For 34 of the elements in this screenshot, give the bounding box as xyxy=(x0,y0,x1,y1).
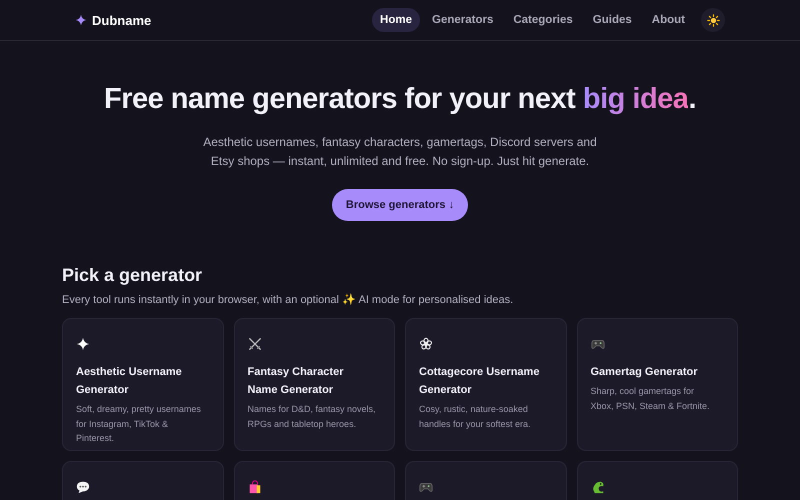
nav-link[interactable]: Guides xyxy=(584,8,640,32)
nav-link[interactable]: About xyxy=(644,8,693,32)
card-description: Names for D&D, fantasy novels, RPGs and tabletop heroes. xyxy=(248,403,376,431)
card-title: Gamertag Generator xyxy=(590,365,698,380)
section-subtitle: Every tool runs instantly in your browser, with an optional ✨ AI mode for personalised ideas. xyxy=(62,293,514,306)
hero-subtitle: Aesthetic usernames, fantasy characters, gamertags, Discord servers and Etsy shops — instant, unlimited and free. No sign-up. Just hit generate. xyxy=(202,134,598,170)
sparkle-logo-icon xyxy=(75,14,87,26)
generator-card[interactable]: Cottagecore Username Generator Cosy, rustic, nature-soaked handles for your softest era. xyxy=(405,318,566,451)
browse-button[interactable]: Browse generators ↓ xyxy=(332,189,468,221)
section-title: Pick a generator xyxy=(62,265,204,286)
card-title: Cottagecore Username Generator xyxy=(419,365,540,398)
gamepad-icon xyxy=(419,480,433,494)
card-description: Cosy, rustic, nature-soaked handles for your softest era. xyxy=(419,403,532,431)
sparkle-icon xyxy=(76,337,90,351)
card-title: Aesthetic Username Generator xyxy=(76,365,183,398)
card-description: Sharp, cool gamertags for Xbox, PSN, Steam & Fortnite. xyxy=(590,385,711,412)
speech-bubble-icon xyxy=(76,480,90,494)
nav-link[interactable]: Generators xyxy=(424,8,502,32)
generator-card[interactable]: Gamertag Generator Sharp, cool gamertags for Xbox, PSN, Steam & Fortnite. xyxy=(576,318,738,451)
flower-icon xyxy=(419,337,433,351)
generator-card[interactable]: Aesthetic Username Generator Soft, dreamy, pretty usernames for Instagram, TikTok & Pinterest. xyxy=(62,318,224,451)
generator-card[interactable]: Fantasy Character Name Generator Names for D&D, fantasy novels, RPGs and tabletop heroes. xyxy=(234,318,395,451)
nav-link[interactable]: Categories xyxy=(505,8,581,32)
nav-link[interactable]: Home xyxy=(372,8,420,32)
card-description: Soft, dreamy, pretty usernames for Instagram, TikTok & Pinterest. xyxy=(76,403,202,445)
hero-headline: Free name generators for your next big idea. xyxy=(104,83,696,116)
shopping-bag-icon xyxy=(248,480,262,494)
crossed-swords-icon xyxy=(248,337,262,351)
sun-icon xyxy=(706,14,720,26)
gamepad-icon xyxy=(590,337,604,351)
brand-name[interactable]: Dubname xyxy=(92,12,152,28)
theme-toggle-button[interactable] xyxy=(701,8,725,32)
card-title: Fantasy Character Name Generator xyxy=(248,365,344,398)
dragon-icon xyxy=(590,480,604,494)
